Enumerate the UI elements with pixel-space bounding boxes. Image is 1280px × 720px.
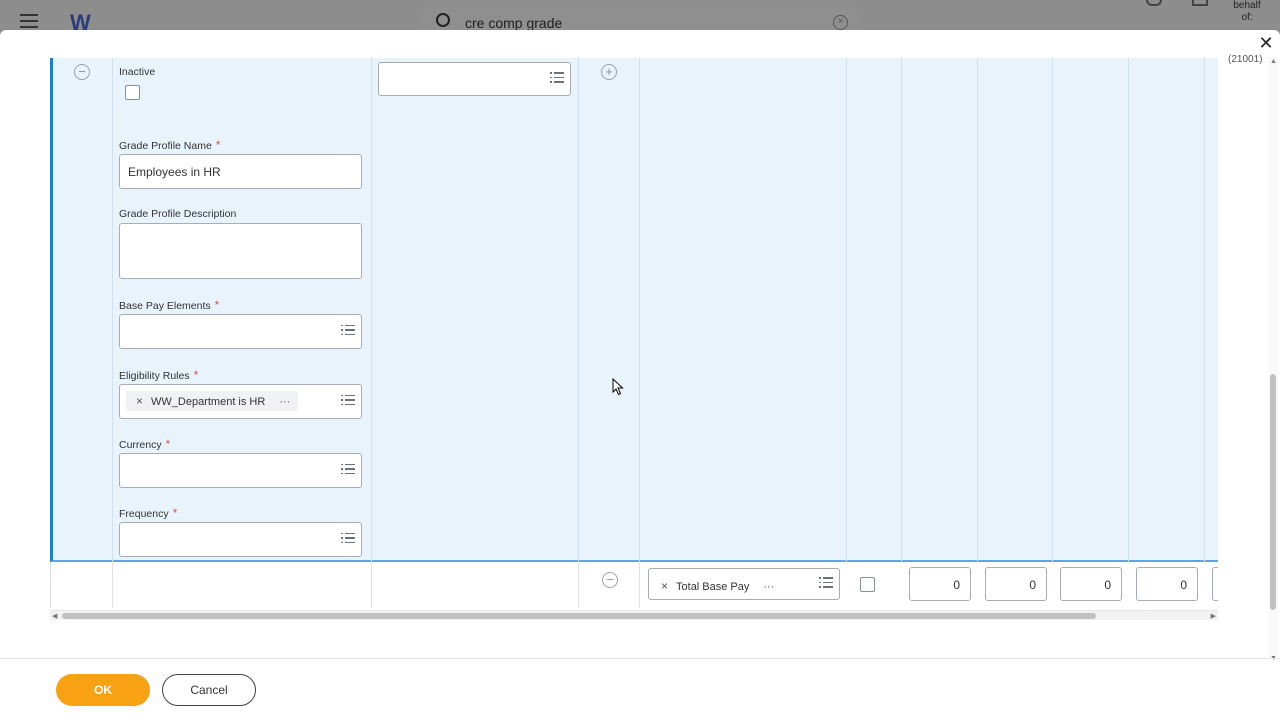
- ok-button[interactable]: OK: [56, 674, 150, 706]
- close-icon[interactable]: ✕: [1258, 34, 1274, 52]
- amount-field-4[interactable]: 0: [1136, 567, 1198, 601]
- list-prompt-icon[interactable]: [341, 463, 355, 477]
- footer-divider: [0, 658, 1280, 659]
- expanded-grade-profile-row: − Inactive Grade Profile Name * Employees…: [50, 58, 1218, 562]
- column-divider: [1128, 58, 1129, 562]
- vertical-scrollbar[interactable]: ▲ ▼: [1268, 58, 1278, 662]
- inbox-icon: [1192, 0, 1208, 6]
- edit-grade-profiles-modal: ✕ (21001) − Inactive Grade Profile Name *…: [0, 30, 1280, 720]
- remove-row-button[interactable]: −: [74, 64, 90, 80]
- add-row-button[interactable]: +: [601, 64, 617, 80]
- frequency-prompt[interactable]: [119, 522, 362, 557]
- grade-profile-name-value: Employees in HR: [128, 165, 221, 179]
- required-marker: *: [215, 138, 221, 152]
- related-actions-icon[interactable]: ···: [279, 396, 290, 408]
- required-marker: *: [172, 506, 178, 520]
- amount-field-3[interactable]: 0: [1060, 567, 1122, 601]
- grade-profile-description-textarea[interactable]: [119, 223, 362, 279]
- list-prompt-icon[interactable]: [341, 324, 355, 338]
- eligibility-rule-pill[interactable]: × WW_Department is HR ···: [126, 391, 299, 411]
- pay-component-value: Total Base Pay: [676, 581, 750, 593]
- pay-component-row: − × Total Base Pay ··· 0 0 0 0: [50, 562, 1218, 608]
- record-code: (21001): [1228, 54, 1263, 65]
- column-prompt-field[interactable]: [378, 62, 571, 96]
- column-divider: [1204, 58, 1205, 562]
- remove-selection-icon[interactable]: ×: [661, 579, 668, 593]
- column-divider: [639, 58, 640, 562]
- pay-component-pill[interactable]: × Total Base Pay ···: [653, 576, 782, 596]
- frequency-label-text: Frequency: [119, 508, 169, 520]
- related-actions-icon[interactable]: ···: [763, 581, 774, 593]
- list-prompt-icon[interactable]: [341, 532, 355, 546]
- column-divider: [112, 562, 113, 608]
- base-pay-elements-label-text: Base Pay Elements: [119, 300, 211, 312]
- column-divider: [977, 58, 978, 562]
- inactive-checkbox[interactable]: [125, 85, 140, 100]
- base-pay-elements-label: Base Pay Elements *: [119, 298, 219, 312]
- eligibility-rules-prompt[interactable]: × WW_Department is HR ···: [119, 384, 362, 419]
- grade-profile-name-input[interactable]: Employees in HR: [119, 154, 362, 189]
- currency-label-text: Currency: [119, 439, 162, 451]
- search-icon: [436, 13, 450, 27]
- hamburger-menu-icon: [20, 14, 38, 28]
- grade-profile-description-label: Grade Profile Description: [119, 208, 237, 220]
- column-divider: [112, 58, 113, 562]
- list-prompt-icon[interactable]: [819, 577, 833, 590]
- eligibility-rules-label: Eligibility Rules *: [119, 368, 198, 382]
- row-checkbox[interactable]: [860, 577, 875, 592]
- eligibility-rule-value: WW_Department is HR: [151, 396, 266, 408]
- horizontal-scrollbar[interactable]: ◀ ▶: [50, 610, 1218, 620]
- on-behalf-of-label: behalf of:: [1232, 0, 1262, 24]
- list-prompt-icon[interactable]: [341, 394, 355, 408]
- required-marker: *: [214, 298, 220, 312]
- pay-component-prompt[interactable]: × Total Base Pay ···: [648, 568, 840, 600]
- amount-field-1[interactable]: 0: [909, 567, 971, 601]
- global-search-text: cre comp grade: [465, 15, 563, 31]
- remove-row-button[interactable]: −: [602, 572, 618, 588]
- cancel-button[interactable]: Cancel: [162, 674, 256, 706]
- column-divider: [901, 58, 902, 562]
- remove-selection-icon[interactable]: ×: [136, 394, 143, 408]
- horizontal-scroll-thumb[interactable]: [62, 613, 1096, 619]
- frequency-label: Frequency *: [119, 506, 177, 520]
- eligibility-rules-label-text: Eligibility Rules: [119, 370, 190, 382]
- column-divider: [846, 58, 847, 562]
- column-divider: [371, 58, 372, 562]
- grade-profile-name-label-text: Grade Profile Name: [119, 140, 212, 152]
- scroll-right-arrow-icon[interactable]: ▶: [1211, 612, 1216, 620]
- column-divider: [1052, 58, 1053, 562]
- required-marker: *: [193, 368, 199, 382]
- amount-field-5-partial[interactable]: [1212, 567, 1218, 601]
- inactive-label: Inactive: [119, 66, 156, 78]
- required-marker: *: [165, 437, 171, 451]
- column-divider: [578, 58, 579, 562]
- clear-search-icon: ×: [833, 15, 848, 30]
- scroll-left-arrow-icon[interactable]: ◀: [52, 612, 57, 620]
- mouse-cursor-icon: [612, 378, 624, 396]
- grade-profile-name-label: Grade Profile Name *: [119, 138, 220, 152]
- scroll-up-arrow-icon[interactable]: ▲: [1270, 58, 1277, 65]
- grade-profiles-grid: − Inactive Grade Profile Name * Employees…: [50, 58, 1218, 622]
- column-divider: [639, 562, 640, 608]
- notifications-icon: [1146, 0, 1162, 6]
- vertical-scroll-thumb[interactable]: [1270, 374, 1276, 610]
- column-divider: [578, 562, 579, 608]
- currency-label: Currency *: [119, 437, 170, 451]
- amount-field-2[interactable]: 0: [985, 567, 1047, 601]
- on-behalf-line1: behalf: [1233, 0, 1261, 11]
- list-prompt-icon[interactable]: [550, 72, 564, 85]
- base-pay-elements-prompt[interactable]: [119, 314, 362, 349]
- on-behalf-line2: of:: [1241, 12, 1253, 23]
- currency-prompt[interactable]: [119, 453, 362, 488]
- column-divider: [371, 562, 372, 608]
